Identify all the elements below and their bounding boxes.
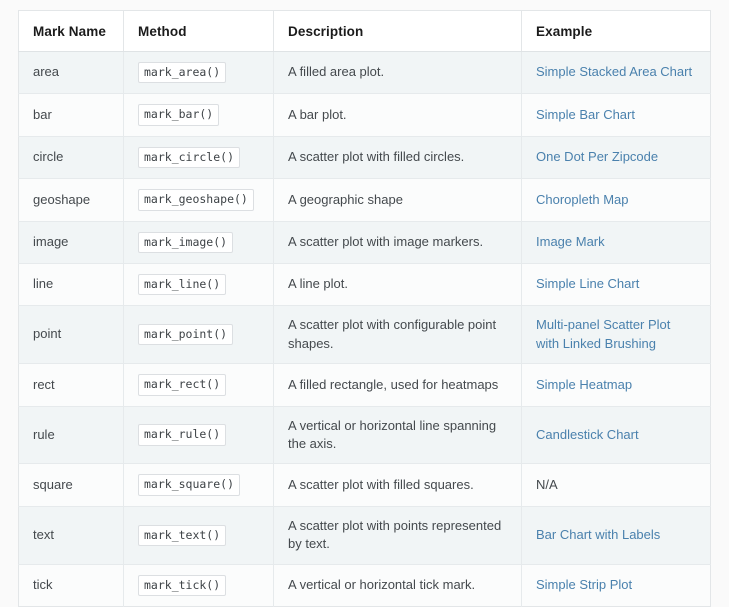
page-container: Mark Name Method Description Example are… xyxy=(0,0,729,607)
cell-example: Multi-panel Scatter Plot with Linked Bru… xyxy=(521,305,711,365)
table-row: circle mark_circle() A scatter plot with f… xyxy=(18,136,711,180)
table-row: image mark_image() A scatter plot with ima… xyxy=(18,221,711,264)
cell-method: mark_geoshape() xyxy=(123,178,274,222)
example-link[interactable]: Simple Heatmap xyxy=(536,377,632,392)
method-code-chip: mark_line() xyxy=(138,273,227,296)
cell-mark-name: area xyxy=(18,51,124,95)
cell-description: A vertical or horizontal line spanning t… xyxy=(273,406,522,465)
cell-mark-name: circle xyxy=(18,136,124,180)
cell-mark-name: square xyxy=(18,463,124,507)
example-not-available: N/A xyxy=(536,476,558,492)
cell-example: N/A xyxy=(521,463,711,507)
method-code-chip: mark_circle() xyxy=(138,146,241,169)
cell-example: Candlestick Chart xyxy=(521,406,711,465)
cell-example: One Dot Per Zipcode xyxy=(521,136,711,180)
example-link[interactable]: Simple Strip Plot xyxy=(536,577,632,592)
example-link[interactable]: Choropleth Map xyxy=(536,192,629,207)
method-code-chip: mark_square() xyxy=(138,474,241,496)
cell-method: mark_rect() xyxy=(123,363,274,407)
cell-method: mark_point() xyxy=(123,305,274,365)
table-row: bar mark_bar() A bar plot. Simple Bar Chart xyxy=(18,93,711,137)
table-row: line mark_line() A line plot. Simple Line C… xyxy=(18,263,711,307)
example-link[interactable]: Image Mark xyxy=(536,234,605,249)
cell-description: A scatter plot with filled squares. xyxy=(273,463,522,507)
table-row: area mark_area() A filled area plot. Simple… xyxy=(18,51,711,95)
method-code-chip: mark_area() xyxy=(138,62,227,84)
cell-mark-name: geoshape xyxy=(18,178,124,222)
cell-description: A vertical or horizontal tick mark. xyxy=(273,564,522,607)
cell-description: A scatter plot with points represented b… xyxy=(273,506,522,565)
cell-description: A geographic shape xyxy=(273,178,522,222)
cell-description: A scatter plot with image markers. xyxy=(273,221,522,264)
cell-example: Simple Bar Chart xyxy=(521,93,711,137)
cell-example: Simple Line Chart xyxy=(521,263,711,307)
cell-method: mark_bar() xyxy=(123,93,274,137)
table-header-row: Mark Name Method Description Example xyxy=(18,10,711,52)
cell-mark-name: bar xyxy=(18,93,124,137)
cell-description: A scatter plot with configurable point s… xyxy=(273,305,522,365)
cell-mark-name: text xyxy=(18,506,124,565)
cell-example: Bar Chart with Labels xyxy=(521,506,711,565)
table-row: point mark_point() A scatter plot with con… xyxy=(18,305,711,365)
cell-method: mark_tick() xyxy=(123,564,274,607)
method-code-chip: mark_rect() xyxy=(138,374,227,396)
table-header: Mark Name Method Description Example xyxy=(18,10,711,52)
cell-description: A filled rectangle, used for heatmaps xyxy=(273,363,522,407)
cell-example: Image Mark xyxy=(521,221,711,264)
cell-method: mark_line() xyxy=(123,263,274,307)
example-link[interactable]: Simple Line Chart xyxy=(536,276,639,291)
cell-description: A line plot. xyxy=(273,263,522,307)
marks-reference-table: Mark Name Method Description Example are… xyxy=(18,10,711,607)
column-header-example: Example xyxy=(521,10,711,52)
example-link[interactable]: Bar Chart with Labels xyxy=(536,527,660,542)
method-code-chip: mark_rule() xyxy=(138,424,227,446)
method-code-chip: mark_text() xyxy=(138,524,227,546)
method-code-chip: mark_bar() xyxy=(138,104,220,126)
method-code-chip: mark_image() xyxy=(138,231,234,253)
table-row: rule mark_rule() A vertical or horizontal … xyxy=(18,406,711,465)
table-row: tick mark_tick() A vertical or horizontal … xyxy=(18,564,711,607)
table-row: text mark_text() A scatter plot with point… xyxy=(18,506,711,565)
cell-method: mark_rule() xyxy=(123,406,274,465)
example-link[interactable]: Simple Bar Chart xyxy=(536,107,635,122)
cell-example: Simple Heatmap xyxy=(521,363,711,407)
cell-method: mark_text() xyxy=(123,506,274,565)
table-row: rect mark_rect() A filled rectangle, used … xyxy=(18,363,711,407)
cell-description: A scatter plot with filled circles. xyxy=(273,136,522,180)
example-link[interactable]: Multi-panel Scatter Plot with Linked Bru… xyxy=(536,317,670,350)
cell-mark-name: point xyxy=(18,305,124,365)
column-header-description: Description xyxy=(273,10,522,52)
cell-mark-name: rect xyxy=(18,363,124,407)
example-link[interactable]: Simple Stacked Area Chart xyxy=(536,64,692,79)
example-link[interactable]: Candlestick Chart xyxy=(536,427,639,442)
cell-method: mark_image() xyxy=(123,221,274,264)
cell-example: Simple Strip Plot xyxy=(521,564,711,607)
example-link[interactable]: One Dot Per Zipcode xyxy=(536,149,658,164)
table-body: area mark_area() A filled area plot. Simple… xyxy=(18,51,711,607)
cell-example: Simple Stacked Area Chart xyxy=(521,51,711,95)
method-code-chip: mark_tick() xyxy=(138,574,227,597)
cell-mark-name: rule xyxy=(18,406,124,465)
cell-mark-name: tick xyxy=(18,564,124,607)
column-header-method: Method xyxy=(123,10,274,52)
column-header-mark-name: Mark Name xyxy=(18,10,124,52)
method-code-chip: mark_point() xyxy=(138,324,234,346)
cell-description: A filled area plot. xyxy=(273,51,522,95)
cell-description: A bar plot. xyxy=(273,93,522,137)
cell-mark-name: line xyxy=(18,263,124,307)
cell-example: Choropleth Map xyxy=(521,178,711,222)
method-code-chip: mark_geoshape() xyxy=(138,189,254,211)
cell-method: mark_circle() xyxy=(123,136,274,180)
table-row: geoshape mark_geoshape() A geographic shap… xyxy=(18,178,711,222)
table-row: square mark_square() A scatter plot with f… xyxy=(18,463,711,507)
cell-method: mark_area() xyxy=(123,51,274,95)
cell-mark-name: image xyxy=(18,221,124,264)
cell-method: mark_square() xyxy=(123,463,274,507)
